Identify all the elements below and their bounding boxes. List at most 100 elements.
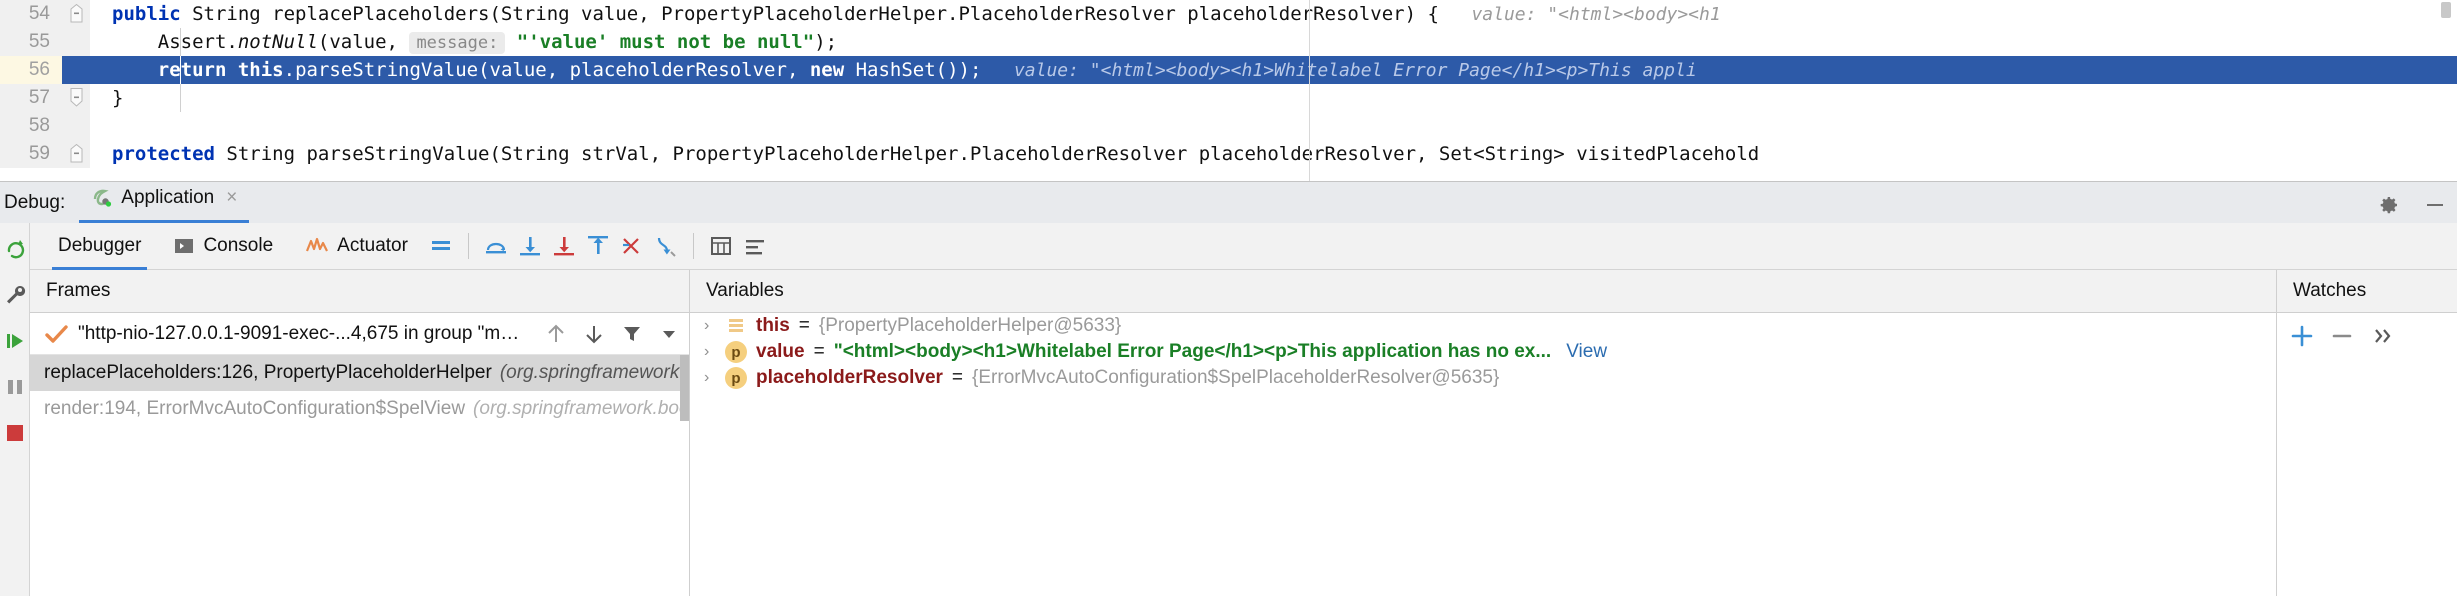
caret: [180, 56, 181, 84]
equals-sign: =: [798, 315, 810, 336]
variables-title: Variables: [706, 280, 784, 301]
expand-chevron-icon[interactable]: ›: [704, 369, 716, 387]
editor-scrollbar-thumb[interactable]: [2441, 2, 2451, 18]
inline-debug-value-hint: value: "<html><body><h1>Whitelabel Error…: [981, 60, 1697, 81]
remove-watch-button[interactable]: [2329, 323, 2355, 349]
frame-row[interactable]: render:194, ErrorMvcAutoConfiguration$Sp…: [30, 391, 689, 427]
evaluate-expression-button[interactable]: [704, 229, 738, 263]
code-token: String replacePlaceholders(String value,…: [180, 3, 1439, 25]
frames-panel: Frames "http-nio-127.0.0.1-9091-exec-...…: [30, 270, 690, 596]
thread-actions: [533, 323, 679, 345]
layout-settings-button[interactable]: [738, 229, 772, 263]
variables-panel-header: Variables: [690, 270, 2276, 313]
fold-expand-icon[interactable]: [62, 84, 90, 112]
run-configuration-tab[interactable]: Application ×: [79, 182, 250, 223]
inline-debug-value-hint: value: "<html><body><h1: [1438, 4, 1721, 25]
check-icon: [44, 322, 68, 346]
more-watches-button[interactable]: [2369, 323, 2395, 349]
debug-label: Debug:: [4, 192, 66, 213]
code-token: }: [112, 87, 124, 109]
minimize-icon[interactable]: [2423, 193, 2447, 217]
variable-row[interactable]: › p placeholderResolver = {ErrorMvcAutoCon…: [690, 365, 2276, 391]
tab-actuator-label: Actuator: [337, 235, 408, 256]
debug-left-rail: [0, 223, 30, 596]
fold-gap: [62, 56, 90, 84]
debug-tabs-toolbar: Debugger Console Actuator: [30, 223, 2457, 270]
move-up-icon[interactable]: [545, 323, 567, 345]
line-number: 56: [0, 56, 62, 84]
debug-toolwindow-body: Debugger Console Actuator Frames "http-n…: [0, 223, 2457, 596]
resume-program-icon[interactable]: [3, 329, 27, 353]
code-line[interactable]: 56 return this.parseStringValue(value, p…: [0, 56, 2457, 84]
tab-debugger[interactable]: Debugger: [42, 223, 157, 270]
line-number: 54: [0, 0, 62, 28]
code-line[interactable]: 57}: [0, 84, 2457, 112]
expand-chevron-icon[interactable]: ›: [704, 343, 716, 361]
debug-toolwindow-header: Debug: Application ×: [0, 181, 2457, 223]
filter-icon[interactable]: [621, 323, 643, 345]
layout-lines-icon[interactable]: [424, 229, 458, 263]
frame-row[interactable]: replacePlaceholders:126, PropertyPlaceho…: [30, 355, 689, 391]
step-over-button[interactable]: [479, 229, 513, 263]
run-tab-label: Application: [121, 186, 215, 208]
frames-scrollbar-thumb[interactable]: [680, 355, 689, 421]
debug-main-area: Debugger Console Actuator Frames "http-n…: [30, 223, 2457, 596]
variable-value: "<html><body><h1>Whitelabel Error Page</…: [833, 341, 1552, 362]
rerun-icon[interactable]: [3, 237, 27, 261]
fold-collapse-icon[interactable]: [62, 140, 90, 168]
watches-title: Watches: [2293, 280, 2367, 301]
frames-list[interactable]: replacePlaceholders:126, PropertyPlaceho…: [30, 355, 689, 596]
equals-sign: =: [813, 341, 825, 362]
variable-row[interactable]: › this = {PropertyPlaceholderHelper@5633}: [690, 313, 2276, 339]
fold-collapse-icon[interactable]: [62, 0, 90, 28]
code-token: this: [237, 59, 284, 81]
tab-console[interactable]: Console: [157, 223, 289, 270]
code-editor[interactable]: 54 public String replacePlaceholders(Stri…: [0, 0, 2457, 181]
variable-row[interactable]: › p value = "<html><body><h1>Whitelabel Er…: [690, 339, 2276, 365]
code-line[interactable]: 58: [0, 112, 2457, 140]
thread-selector[interactable]: "http-nio-127.0.0.1-9091-exec-...4,675 i…: [30, 313, 689, 355]
code-token: protected: [112, 143, 215, 165]
debug-panels: Frames "http-nio-127.0.0.1-9091-exec-...…: [30, 270, 2457, 596]
code-token: .parseStringValue(value, placeholderReso…: [283, 59, 810, 81]
variables-list[interactable]: › this = {PropertyPlaceholderHelper@5633}…: [690, 313, 2276, 391]
console-icon: [173, 235, 195, 257]
code-line[interactable]: 59 protected String parseStringValue(Stri…: [0, 140, 2457, 168]
param-icon: p: [725, 341, 747, 363]
line-number: 57: [0, 84, 62, 112]
pause-program-icon[interactable]: [3, 375, 27, 399]
line-number: 59: [0, 140, 62, 168]
run-to-cursor-button[interactable]: [649, 229, 683, 263]
fold-gap: [62, 28, 90, 56]
gear-icon[interactable]: [2377, 193, 2401, 217]
frame-method: render:194, ErrorMvcAutoConfiguration$Sp…: [44, 398, 466, 419]
variable-name: value: [756, 341, 805, 362]
drop-frame-button[interactable]: [615, 229, 649, 263]
view-value-link[interactable]: View: [1560, 341, 1607, 363]
code-line[interactable]: 54 public String replacePlaceholders(Stri…: [0, 0, 2457, 28]
close-icon[interactable]: ×: [222, 187, 237, 209]
field-icon: [725, 315, 747, 337]
step-into-button[interactable]: [513, 229, 547, 263]
move-down-icon[interactable]: [583, 323, 605, 345]
parameter-hint: message:: [409, 32, 506, 54]
code-text: Assert.notNull(value, message: "'value' …: [90, 28, 2457, 56]
editor-lines: 54 public String replacePlaceholders(Stri…: [0, 0, 2457, 168]
add-watch-button[interactable]: [2289, 323, 2315, 349]
tab-actuator[interactable]: Actuator: [289, 223, 424, 270]
expand-chevron-icon[interactable]: ›: [704, 317, 716, 335]
frame-method: replacePlaceholders:126, PropertyPlaceho…: [44, 362, 492, 383]
code-text: }: [90, 84, 2457, 112]
wrench-icon[interactable]: [3, 283, 27, 307]
editor-right-margin-line: [1309, 0, 1310, 181]
ide-window: 54 public String replacePlaceholders(Stri…: [0, 0, 2457, 596]
stop-icon[interactable]: [3, 421, 27, 445]
force-step-into-button[interactable]: [547, 229, 581, 263]
step-out-button[interactable]: [581, 229, 615, 263]
code-line[interactable]: 55 Assert.notNull(value, message: "'valu…: [0, 28, 2457, 56]
code-token: "'value' must not be null": [505, 31, 815, 53]
code-text: return this.parseStringValue(value, plac…: [90, 56, 2457, 84]
code-token: HashSet());: [844, 59, 982, 81]
chevron-down-icon[interactable]: [659, 324, 679, 344]
